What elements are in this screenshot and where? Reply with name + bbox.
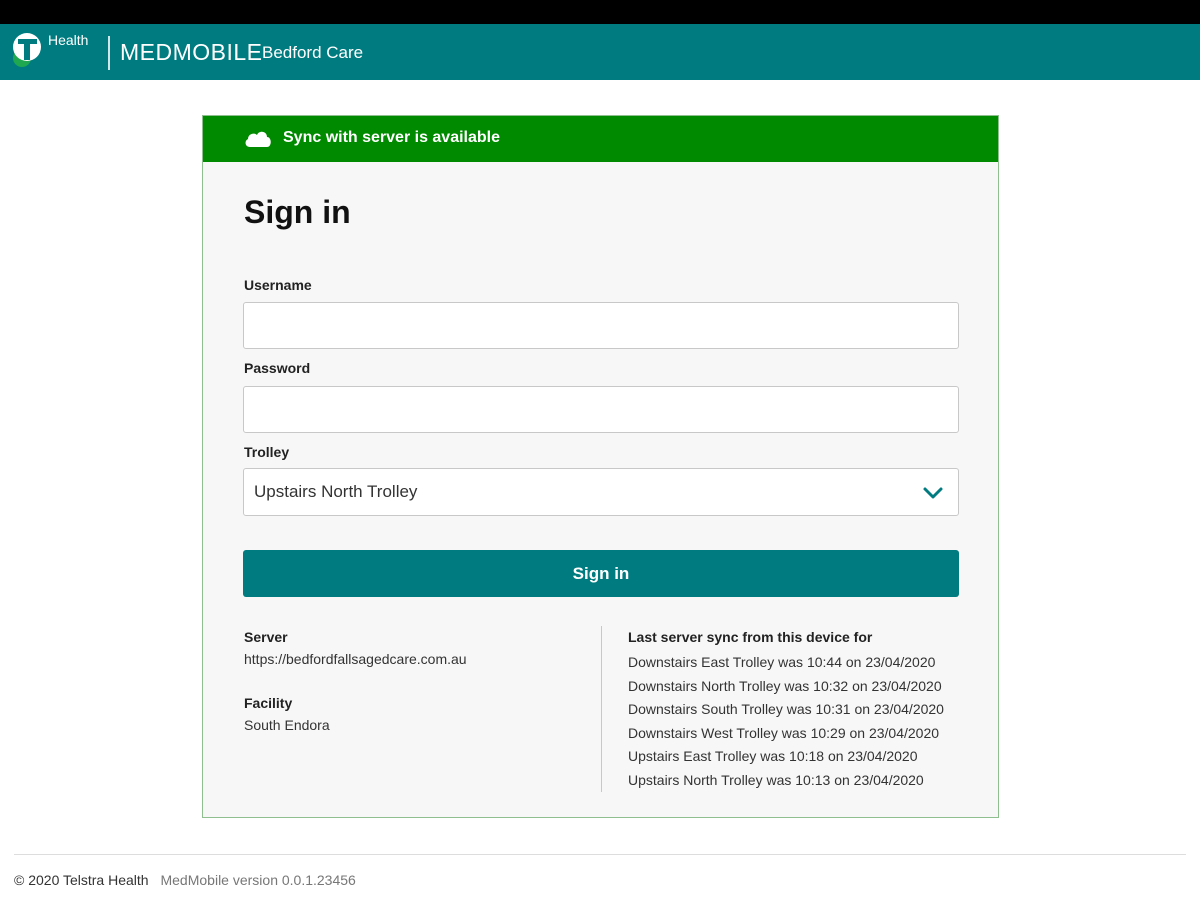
server-label: Server: [244, 629, 288, 645]
header-facility-name: Bedford Care: [262, 43, 364, 62]
header-divider: [108, 36, 110, 70]
list-item: Downstairs East Trolley was 10:44 on 23/…: [628, 654, 936, 670]
sign-in-card: Sync with server is available Sign in Us…: [202, 115, 999, 818]
trolley-label: Trolley: [244, 444, 290, 460]
sign-in-button[interactable]: Sign in: [243, 550, 959, 597]
cloud-icon: [243, 126, 273, 150]
list-item: Upstairs North Trolley was 10:13 on 23/0…: [628, 771, 924, 788]
username-field[interactable]: [243, 302, 959, 349]
sync-status-banner: Sync with server is available: [203, 116, 998, 162]
sync-status-text: Sync with server is available: [283, 129, 501, 146]
footer: © 2020 Telstra Health MedMobile version …: [14, 872, 356, 888]
password-label: Password: [244, 360, 311, 376]
server-value: https://bedfordfallsagedcare.com.au: [244, 651, 467, 667]
sync-history-list: Downstairs East Trolley was 10:44 on 23/…: [628, 651, 988, 792]
list-item: Downstairs North Trolley was 10:32 on 23…: [628, 677, 942, 694]
logo-health-label: Health: [48, 32, 89, 48]
list-item: Downstairs West Trolley was 10:29 on 23/…: [628, 724, 940, 741]
facility-label: Facility: [244, 695, 293, 711]
trolley-select[interactable]: Upstairs North Trolley: [243, 468, 959, 516]
system-status-bar: [0, 0, 1200, 24]
password-field[interactable]: [243, 386, 959, 433]
telstra-t-logo-icon: [10, 30, 44, 70]
info-divider: [601, 626, 602, 792]
server-info: Server https://bedfordfallsagedcare.com.…: [244, 629, 584, 733]
facility-value: South Endora: [244, 717, 330, 733]
app-header: Health MEDMOBILE Bedford Care: [0, 24, 1200, 80]
chevron-down-icon: [922, 483, 944, 503]
trolley-selected-value: Upstairs North Trolley: [254, 482, 418, 501]
username-label: Username: [244, 277, 312, 293]
footer-divider: [14, 854, 1186, 855]
list-item: Downstairs South Trolley was 10:31 on 23…: [628, 701, 944, 717]
sync-history-heading: Last server sync from this device for: [628, 629, 873, 645]
app-brand: MEDMOBILE: [120, 39, 263, 65]
copyright-text: © 2020 Telstra Health: [14, 872, 149, 888]
list-item: Upstairs East Trolley was 10:18 on 23/04…: [628, 748, 918, 764]
version-text: MedMobile version 0.0.1.23456: [160, 872, 356, 888]
sync-history: Last server sync from this device for Do…: [628, 629, 988, 792]
page-title: Sign in: [244, 194, 351, 230]
